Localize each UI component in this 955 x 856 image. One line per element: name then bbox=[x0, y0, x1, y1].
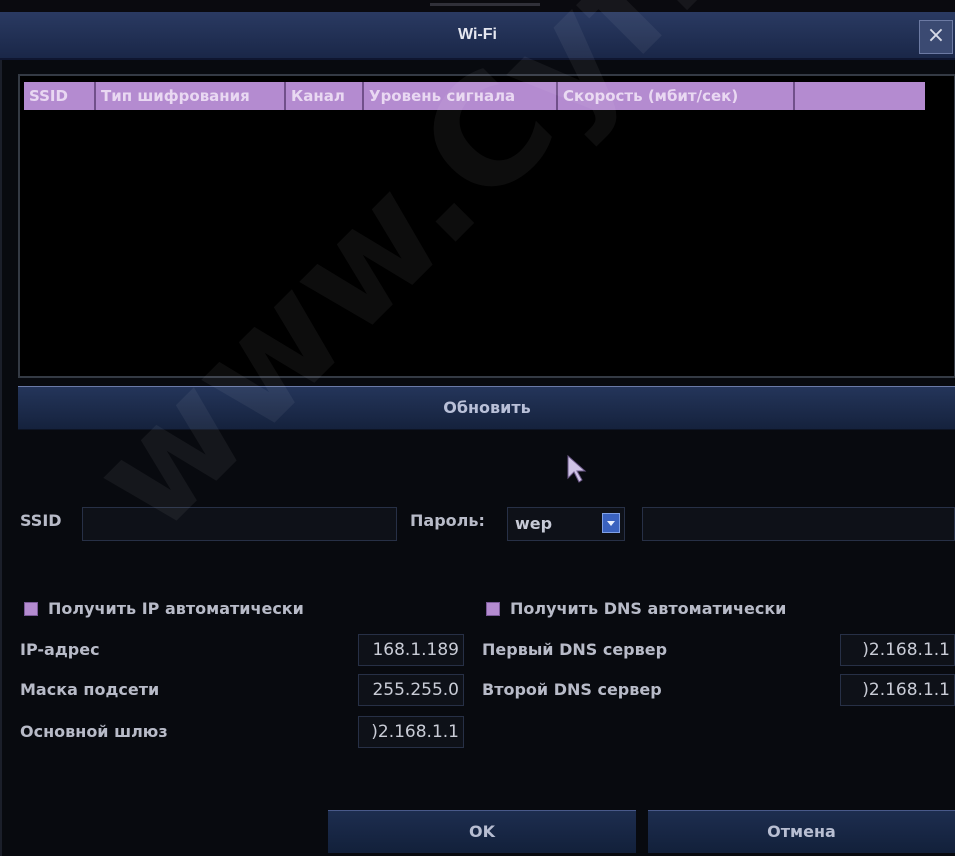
cancel-button[interactable]: Отмена bbox=[648, 810, 955, 853]
network-list[interactable]: SSID Тип шифрования Канал Уровень сигнал… bbox=[18, 74, 955, 378]
ssid-input[interactable] bbox=[82, 507, 397, 541]
column-header-encryption[interactable]: Тип шифрования bbox=[96, 82, 286, 110]
auto-ip-label: Получить IP автоматически bbox=[48, 599, 304, 618]
network-list-header: SSID Тип шифрования Канал Уровень сигнал… bbox=[24, 82, 925, 110]
gateway-input[interactable]: )2.168.1.1 bbox=[358, 716, 464, 748]
refresh-button[interactable]: Обновить bbox=[18, 386, 955, 430]
ssid-label: SSID bbox=[20, 511, 62, 530]
ip-address-label: IP-адрес bbox=[20, 640, 100, 659]
encryption-selected-value: wep bbox=[515, 514, 553, 533]
subnet-mask-label: Маска подсети bbox=[20, 680, 160, 699]
dns2-label: Второй DNS сервер bbox=[482, 680, 662, 699]
ip-address-input[interactable]: 168.1.189 bbox=[358, 634, 464, 666]
column-header-empty bbox=[795, 82, 925, 110]
column-header-speed[interactable]: Скорость (мбит/сек) bbox=[558, 82, 795, 110]
column-header-channel[interactable]: Канал bbox=[286, 82, 364, 110]
top-strip bbox=[0, 0, 955, 12]
auto-ip-checkbox[interactable] bbox=[24, 602, 38, 616]
mouse-cursor-icon bbox=[567, 454, 587, 483]
password-label: Пароль: bbox=[410, 511, 485, 530]
encryption-select[interactable]: wep bbox=[507, 507, 625, 541]
title-bar: Wi-Fi × bbox=[0, 12, 955, 60]
column-header-signal[interactable]: Уровень сигнала bbox=[364, 82, 558, 110]
chevron-down-icon[interactable] bbox=[602, 513, 620, 533]
auto-dns-label: Получить DNS автоматически bbox=[510, 599, 787, 618]
dns1-input[interactable]: )2.168.1.1 bbox=[840, 634, 955, 666]
subnet-mask-input[interactable]: 255.255.0 bbox=[358, 674, 464, 706]
dns1-label: Первый DNS сервер bbox=[482, 640, 668, 659]
password-input[interactable] bbox=[642, 507, 955, 541]
close-button[interactable]: × bbox=[919, 20, 953, 54]
auto-dns-checkbox[interactable] bbox=[486, 602, 500, 616]
ok-button[interactable]: OK bbox=[328, 810, 636, 853]
gateway-label: Основной шлюз bbox=[20, 722, 168, 741]
dialog-title: Wi-Fi bbox=[458, 26, 497, 43]
column-header-ssid[interactable]: SSID bbox=[24, 82, 96, 110]
dns2-input[interactable]: )2.168.1.1 bbox=[840, 674, 955, 706]
wifi-dialog: Wi-Fi × SSID Тип шифрования Канал Уровен… bbox=[0, 0, 955, 856]
